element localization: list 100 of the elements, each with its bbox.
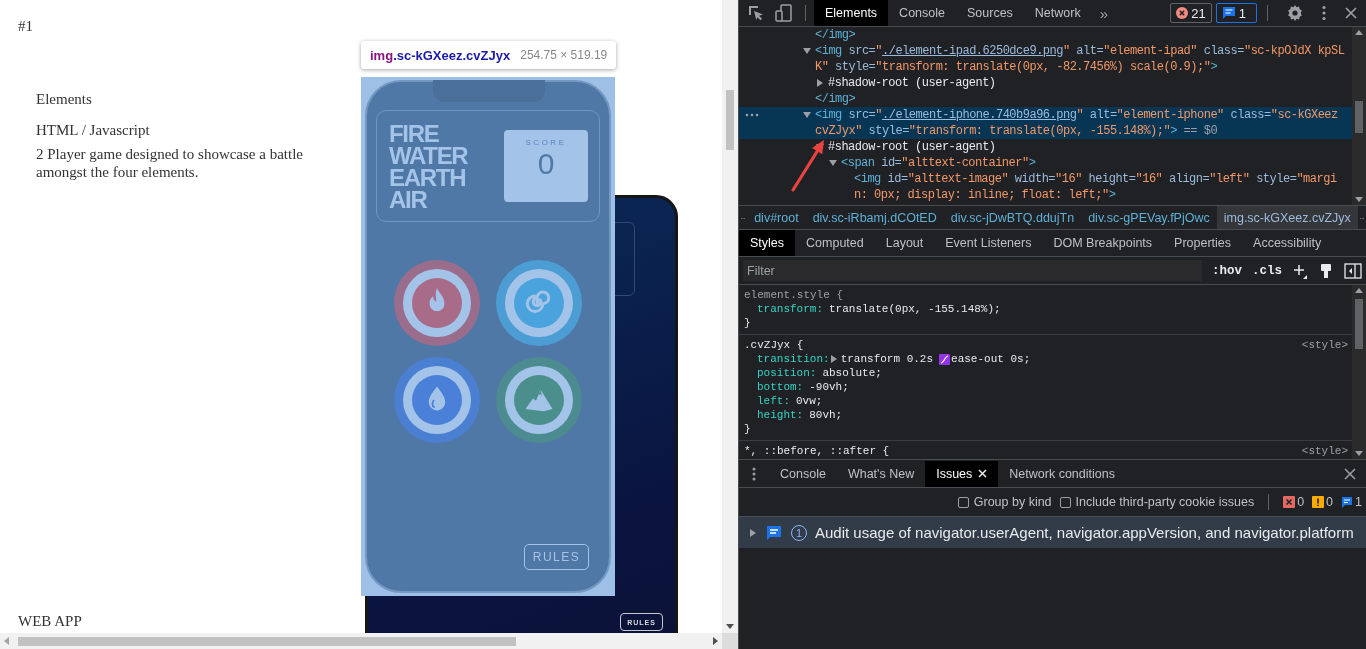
- element-size: 254.75 × 519.19: [520, 48, 608, 62]
- css-selector: .cvZJyx {: [744, 338, 804, 352]
- close-icon[interactable]: [1344, 6, 1358, 20]
- scrollbar-thumb[interactable]: [18, 636, 516, 646]
- css-property: height:: [757, 408, 804, 422]
- expand-arrow-icon[interactable]: [749, 528, 757, 537]
- inspect-element-icon[interactable]: [747, 4, 765, 22]
- score-label: SCORE: [525, 138, 567, 147]
- dom-tree-row[interactable]: #shadow-root (user-agent): [739, 75, 1352, 91]
- new-rule-icon[interactable]: [1292, 262, 1308, 279]
- stylesheet-link[interactable]: <style>: [1301, 444, 1348, 458]
- annotation-arrow: [791, 140, 824, 192]
- checkbox[interactable]: [1059, 496, 1071, 508]
- scroll-up-icon[interactable]: [1355, 288, 1363, 293]
- panel-tab[interactable]: Console: [888, 0, 956, 26]
- scroll-right-icon[interactable]: [713, 637, 718, 645]
- css-value: translate(0px, -155.148%);: [829, 302, 1001, 316]
- checkbox-label: Group by kind: [973, 495, 1052, 509]
- scrollbar-thumb[interactable]: [1355, 101, 1363, 133]
- element-selector: img.sc-kGXeez.cvZJyx: [370, 47, 511, 63]
- css-property: left:: [757, 394, 790, 408]
- stylesheet-link[interactable]: <style>: [1301, 338, 1348, 352]
- error-icon: [1283, 496, 1296, 508]
- expand-arrow-icon[interactable]: [816, 79, 824, 87]
- project-tech: HTML / Javascript: [36, 122, 150, 139]
- css-value: 0vw;: [796, 394, 823, 408]
- sidebar-tab[interactable]: Event Listeners: [934, 230, 1043, 256]
- checkbox[interactable]: [957, 496, 969, 508]
- collapse-arrow-icon[interactable]: [803, 111, 811, 119]
- css-property: bottom:: [757, 380, 804, 394]
- element-button[interactable]: [394, 260, 480, 346]
- panel-tab[interactable]: Elements: [814, 0, 889, 26]
- filter-field[interactable]: Filter: [743, 260, 1202, 281]
- drawer-tab[interactable]: Issues: [925, 460, 999, 487]
- collapse-arrow-icon[interactable]: [803, 47, 811, 55]
- markup-text: </img>: [815, 27, 857, 43]
- scroll-down-icon[interactable]: [726, 624, 734, 629]
- sidebar-tab[interactable]: Layout: [874, 230, 935, 256]
- style-toggle-button[interactable]: :hov: [1211, 263, 1242, 278]
- sidebar-tab[interactable]: Accessibility: [1242, 230, 1333, 256]
- breadcrumb[interactable]: div#root: [747, 206, 806, 229]
- css-value: transform 0.2s: [840, 352, 934, 366]
- css-property: position:: [757, 366, 817, 380]
- breadcrumb[interactable]: img.sc-kGXeez.cvZJyx: [1216, 206, 1358, 229]
- rule-close-brace: }: [744, 316, 752, 330]
- collapse-arrow-icon[interactable]: [829, 159, 837, 167]
- issue-count: 0: [1297, 495, 1305, 509]
- settings-icon[interactable]: [1286, 4, 1304, 22]
- easing-swatch-icon[interactable]: [939, 353, 951, 365]
- message-count-badge[interactable]: 1: [1215, 3, 1257, 23]
- css-property: transition:: [757, 352, 830, 366]
- project-title: Elements: [36, 91, 92, 108]
- paint-brush-icon[interactable]: [1318, 262, 1334, 279]
- scrollbar-thumb[interactable]: [1355, 299, 1363, 349]
- dom-tree-row[interactable]: </img>: [739, 91, 1352, 107]
- element-button[interactable]: [496, 260, 582, 346]
- panel-tab[interactable]: Sources: [956, 0, 1024, 26]
- sidebar-toggle-icon[interactable]: [1344, 262, 1362, 279]
- message-icon: [765, 523, 783, 542]
- scroll-up-icon[interactable]: [1355, 30, 1363, 35]
- css-selector: element.style {: [744, 288, 844, 302]
- close-drawer-icon[interactable]: [1344, 467, 1356, 480]
- issue-row[interactable]: 1 Audit usage of navigator.userAgent, navigator.appVersion, and navigator.platform: [739, 517, 1366, 548]
- drawer-tab[interactable]: Console: [769, 460, 837, 487]
- scroll-down-icon[interactable]: [1355, 197, 1363, 202]
- css-selector: *, ::before, ::after {: [744, 444, 890, 458]
- dom-tree-row[interactable]: <img id="alttext-image" width="16" height="16" align="left" style="margin: 0px; display: inline; float: left;">: [739, 171, 1352, 203]
- sidebar-tab[interactable]: DOM Breakpoints: [1042, 230, 1164, 256]
- scrollbar-thumb[interactable]: [726, 90, 734, 150]
- expand-arrow-icon[interactable]: [829, 355, 838, 363]
- markup-text: #shadow-root (user-agent): [828, 139, 997, 155]
- dom-tree-row[interactable]: </img>: [739, 27, 1352, 43]
- markup-text: <span id="alttext-container">: [841, 155, 1037, 171]
- error-count-badge[interactable]: 21: [1170, 3, 1212, 23]
- dom-tree-row[interactable]: <span id="alttext-container">: [739, 155, 1352, 171]
- error-icon: [1176, 7, 1189, 19]
- markup-text: </img>: [815, 91, 857, 107]
- drawer-tab[interactable]: What's New: [836, 460, 926, 487]
- device-toolbar-icon[interactable]: [775, 4, 793, 22]
- sidebar-tab[interactable]: Styles: [739, 230, 796, 256]
- breadcrumb[interactable]: div.sc-iRbamj.dCOtED: [805, 206, 944, 229]
- element-button[interactable]: [496, 357, 582, 443]
- style-toggle-button[interactable]: .cls: [1252, 263, 1282, 278]
- checkbox-label: Include third-party cookie issues: [1075, 495, 1255, 509]
- close-tab-icon[interactable]: [978, 469, 988, 478]
- css-value: ease-out 0s;: [951, 352, 1031, 366]
- more-tabs-button[interactable]: »: [1091, 4, 1117, 22]
- rule-close-brace: }: [744, 422, 752, 436]
- panel-tab[interactable]: Network: [1023, 0, 1092, 26]
- scroll-down-icon[interactable]: [1355, 451, 1363, 456]
- sidebar-tab[interactable]: Properties: [1163, 230, 1243, 256]
- breadcrumb[interactable]: div.sc-jDwBTQ.ddujTn: [943, 206, 1082, 229]
- breadcrumb[interactable]: div.sc-gPEVay.fPjOwc: [1081, 206, 1217, 229]
- project-description: 2 Player game designed to showcase a battle amongst the four elements.: [36, 145, 304, 181]
- drawer-tab[interactable]: Network conditions: [998, 460, 1126, 487]
- markup-text: <img id="alttext-image" width="16" height="16" align="left" style="margin: 0px; display: inline; float: left;">: [854, 171, 1338, 203]
- sidebar-tab[interactable]: Computed: [795, 230, 875, 256]
- game-title: FIRE WATER EARTH AIR: [389, 123, 468, 215]
- element-button[interactable]: [394, 357, 480, 443]
- ellipsis-icon[interactable]: [745, 113, 759, 117]
